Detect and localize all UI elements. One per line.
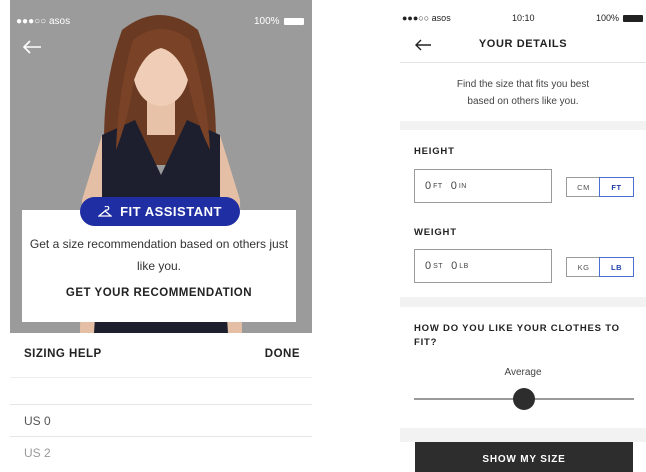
weight-st-value: 0: [425, 260, 432, 272]
done-button[interactable]: DONE: [265, 348, 300, 360]
battery-icon: [623, 15, 644, 23]
height-unit-cm[interactable]: CM: [567, 178, 600, 196]
height-unit-toggle[interactable]: CM FT: [566, 177, 634, 197]
height-ft-value: 0: [425, 180, 432, 192]
status-bar-battery: 100%: [596, 13, 644, 23]
fit-value-label: Average: [504, 367, 542, 378]
back-arrow-icon: [22, 40, 41, 54]
weight-input[interactable]: 0 ST 0 LB: [414, 249, 552, 283]
height-in-unit: IN: [458, 182, 467, 190]
show-my-size-button[interactable]: SHOW MY SIZE: [415, 442, 633, 472]
height-input[interactable]: 0 FT 0 IN: [414, 169, 552, 203]
section-divider: [400, 121, 646, 130]
size-option[interactable]: US 2: [10, 436, 312, 467]
left-screen: ●●●○○ asos 100% FIT ASSISTANT Get a size…: [10, 0, 312, 472]
back-button[interactable]: [22, 40, 42, 59]
weight-st-unit: ST: [433, 262, 444, 270]
fit-assistant-badge[interactable]: FIT ASSISTANT: [80, 197, 240, 226]
sizing-help-link[interactable]: SIZING HELP: [24, 348, 102, 360]
fit-slider-thumb[interactable]: [513, 388, 535, 410]
size-option[interactable]: US 0: [10, 404, 312, 435]
height-ft-unit: FT: [433, 182, 443, 190]
battery-percent: 100%: [254, 16, 280, 27]
fit-question-label: HOW DO YOU LIKE YOUR CLOTHES TO FIT?: [414, 323, 620, 348]
status-bar-carrier: ●●●○○ asos: [402, 13, 451, 23]
weight-unit-kg[interactable]: KG: [567, 258, 600, 276]
battery-percent: 100%: [596, 13, 620, 23]
weight-unit-lb[interactable]: LB: [599, 257, 634, 277]
header-divider: [400, 62, 646, 63]
fit-assistant-description: Get a size recommendation based on other…: [29, 237, 289, 273]
status-bar-time: 10:10: [512, 13, 535, 23]
battery-icon: [283, 17, 304, 25]
fit-assistant-label: FIT ASSISTANT: [120, 204, 222, 219]
size-label: US 2: [24, 446, 51, 460]
sizing-header-row: SIZING HELP DONE: [10, 333, 312, 378]
intro-text: Find the size that fits you best based o…: [456, 79, 590, 107]
size-label: US 0: [24, 414, 51, 428]
hanger-icon: [98, 205, 113, 217]
weight-unit-toggle[interactable]: KG LB: [566, 257, 634, 277]
weight-lb-value: 0: [451, 260, 458, 272]
weight-lb-unit: LB: [459, 262, 469, 270]
section-divider: [400, 428, 646, 442]
get-recommendation-link[interactable]: GET YOUR RECOMMENDATION: [22, 287, 296, 299]
status-bar-carrier: ●●●○○ asos: [16, 16, 71, 27]
right-screen: ●●●○○ asos 10:10 100% YOUR DETAILS Find …: [400, 0, 646, 472]
height-in-value: 0: [450, 180, 457, 192]
height-unit-ft[interactable]: FT: [599, 177, 634, 197]
height-label: HEIGHT: [414, 146, 455, 157]
status-bar-battery: 100%: [254, 16, 304, 27]
page-title: YOUR DETAILS: [478, 38, 568, 50]
weight-label: WEIGHT: [414, 227, 457, 238]
section-divider: [400, 297, 646, 307]
